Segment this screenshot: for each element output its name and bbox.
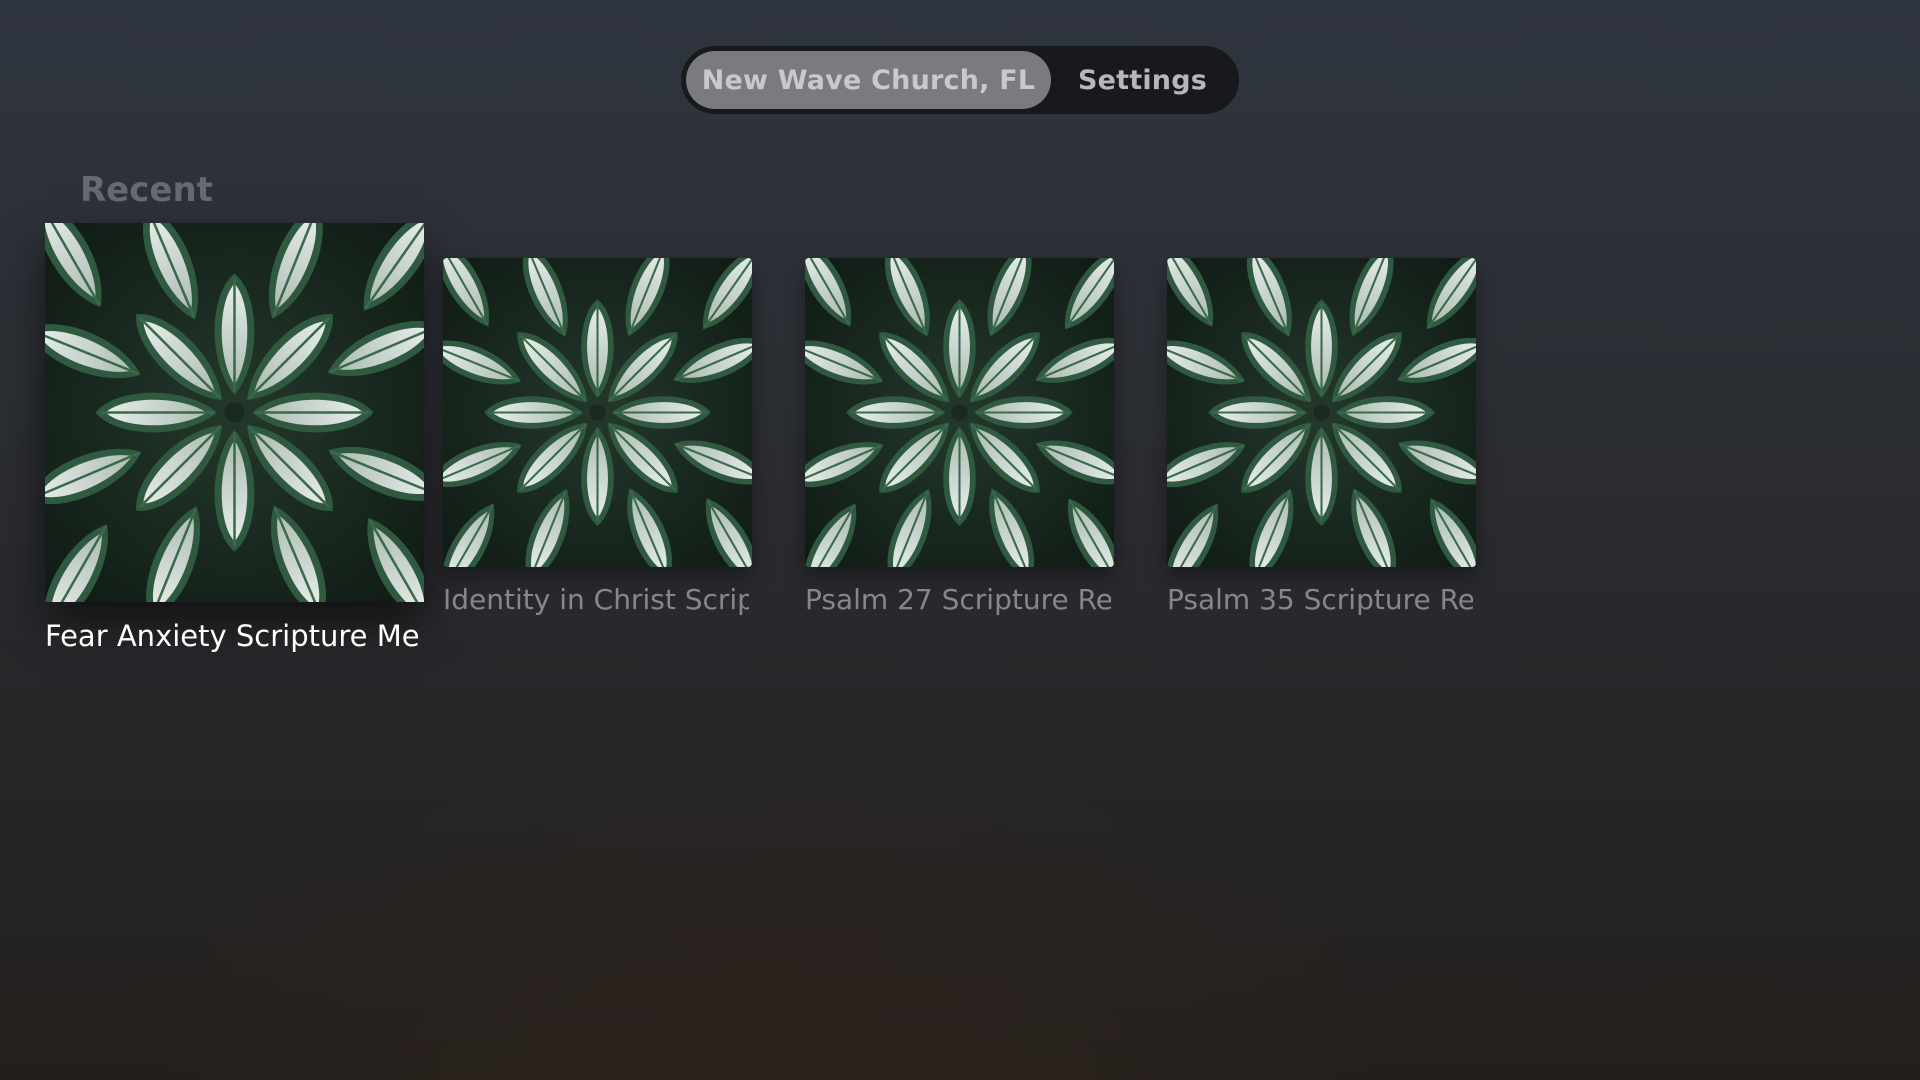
leaf-thumbnail-icon [45,223,424,602]
tab-new-wave-church[interactable]: New Wave Church, FL [686,51,1051,109]
tab-settings[interactable]: Settings [1051,51,1234,109]
leaf-thumbnail-icon [1167,258,1476,567]
media-card-title: Identity in Christ Scripture [443,583,749,616]
media-card-title: Psalm 35 Scripture Reading [1167,583,1473,616]
leaf-thumbnail-icon [443,258,752,567]
leaf-thumbnail-icon [805,258,1114,567]
media-card-title: Psalm 27 Scripture Reading [805,583,1111,616]
media-card-title: Fear Anxiety Scripture Meditation [45,619,421,653]
section-title-recent: Recent [80,170,213,210]
top-tab-bar: New Wave Church, FL Settings [681,46,1239,114]
